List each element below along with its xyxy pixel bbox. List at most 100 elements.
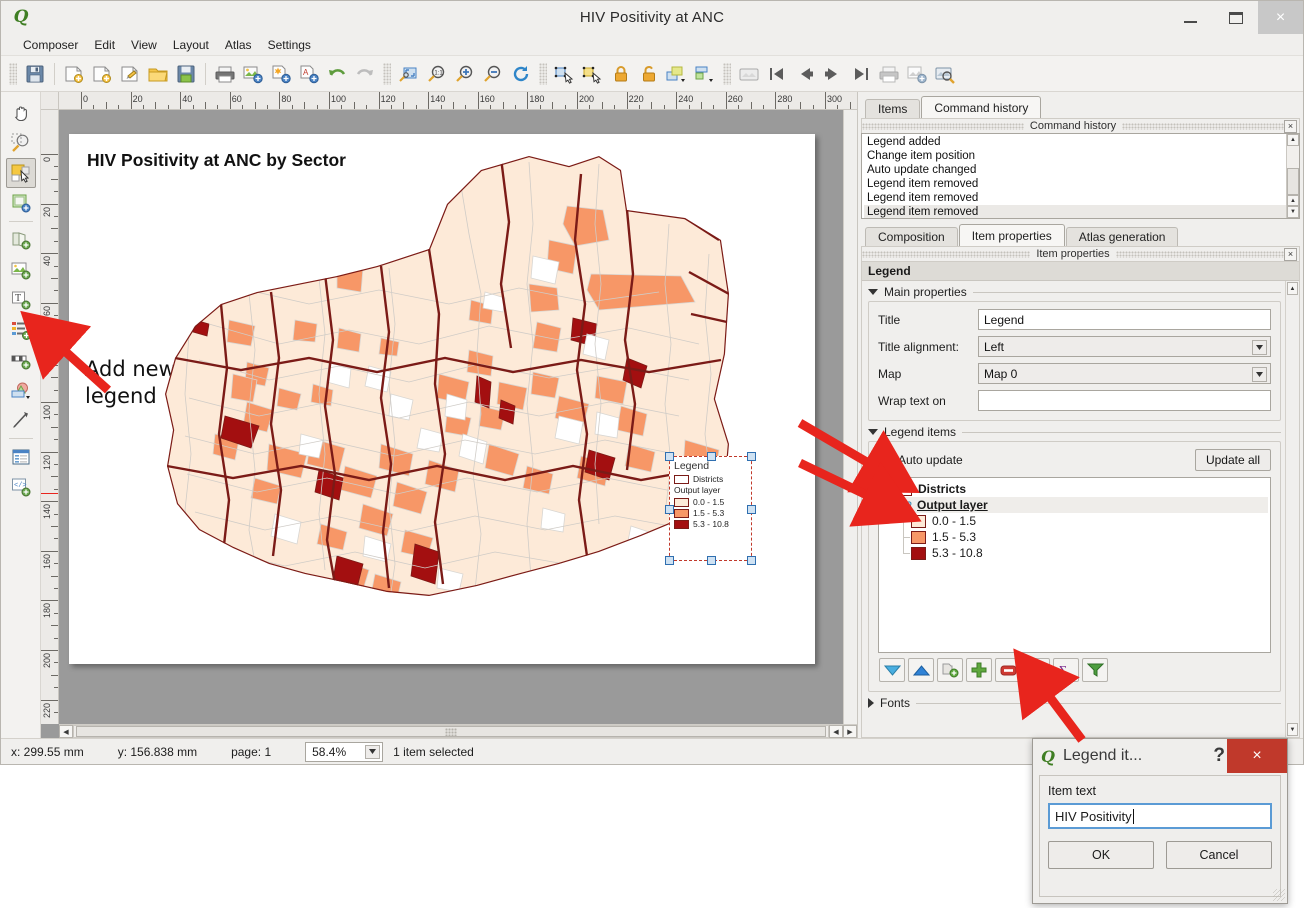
- align-items-icon[interactable]: [691, 60, 719, 88]
- atlas-export-image-icon[interactable]: [903, 60, 931, 88]
- add-shape-tool[interactable]: [6, 375, 36, 405]
- dialog-close-button[interactable]: ×: [1227, 739, 1287, 773]
- move-up-icon[interactable]: [908, 658, 934, 682]
- duplicate-composition-icon[interactable]: [88, 60, 116, 88]
- chevron-down-icon[interactable]: [868, 429, 878, 435]
- ip-scroll-down-icon[interactable]: ▼: [1287, 723, 1298, 736]
- refresh-icon[interactable]: [507, 60, 535, 88]
- new-composition-icon[interactable]: [60, 60, 88, 88]
- filter-legend-icon[interactable]: [1082, 658, 1108, 682]
- legend-items-tree[interactable]: Districts − Output layer 0.0 - 1.5 1.5 -…: [878, 477, 1271, 653]
- tab-command-history[interactable]: Command history: [921, 96, 1042, 118]
- tree-row-class-1[interactable]: 1.5 - 5.3: [881, 529, 1268, 545]
- select-move-item-icon[interactable]: [551, 60, 579, 88]
- atlas-last-icon[interactable]: [847, 60, 875, 88]
- add-label-tool[interactable]: T: [6, 285, 36, 315]
- main-properties-header[interactable]: Main properties: [868, 285, 1281, 299]
- atlas-next-icon[interactable]: [819, 60, 847, 88]
- legend-title-input[interactable]: Legend: [978, 309, 1271, 330]
- sigma-expression-icon[interactable]: Σ: [1053, 658, 1079, 682]
- add-legend-tool[interactable]: [6, 315, 36, 345]
- select-move-item-tool[interactable]: [5, 158, 36, 188]
- cancel-button[interactable]: Cancel: [1166, 841, 1272, 869]
- zoom-in-icon[interactable]: [451, 60, 479, 88]
- composer-manager-icon[interactable]: [116, 60, 144, 88]
- zoom-full-icon[interactable]: [395, 60, 423, 88]
- fonts-group-header[interactable]: Fonts: [868, 696, 1281, 710]
- export-pdf-icon[interactable]: A: [295, 60, 323, 88]
- add-arrow-tool[interactable]: [6, 405, 36, 435]
- tree-collapse-icon[interactable]: −: [883, 500, 892, 510]
- atlas-print-icon[interactable]: [875, 60, 903, 88]
- wrap-text-input[interactable]: [978, 390, 1271, 411]
- command-history-item[interactable]: Legend item removed: [864, 205, 1299, 218]
- chevron-down-icon[interactable]: [1252, 367, 1267, 382]
- dialog-resize-grip[interactable]: [1273, 889, 1285, 901]
- legend-items-header[interactable]: Legend items: [868, 425, 1281, 439]
- close-button[interactable]: ×: [1258, 1, 1303, 34]
- raise-items-icon[interactable]: [663, 60, 691, 88]
- ip-scroll-up-icon[interactable]: ▲: [1287, 282, 1298, 295]
- canvas-horizontal-scrollbar[interactable]: ◀ ◀ ▶: [59, 724, 857, 738]
- add-attribute-table-tool[interactable]: [6, 442, 36, 472]
- scroll-right-arrow-2[interactable]: ▶: [843, 725, 857, 738]
- atlas-preview-icon[interactable]: [931, 60, 959, 88]
- print-icon[interactable]: [211, 60, 239, 88]
- command-history-item[interactable]: Auto update changed: [864, 163, 1299, 177]
- pan-layout-tool[interactable]: [6, 98, 36, 128]
- undo-icon[interactable]: [323, 60, 351, 88]
- move-down-icon[interactable]: [879, 658, 905, 682]
- composition-page[interactable]: HIV Positivity at ANC by Sector Add new …: [69, 134, 815, 664]
- move-item-content-icon[interactable]: [579, 60, 607, 88]
- tab-item-properties[interactable]: Item properties: [958, 224, 1065, 246]
- tree-row-class-2[interactable]: 5.3 - 10.8: [881, 545, 1268, 561]
- add-group-icon[interactable]: [937, 658, 963, 682]
- menu-settings[interactable]: Settings: [260, 36, 319, 54]
- add-scalebar-tool[interactable]: [6, 345, 36, 375]
- map-item[interactable]: [129, 144, 749, 604]
- selection-handle-tr[interactable]: [747, 452, 756, 461]
- save-template-icon[interactable]: [172, 60, 200, 88]
- toolbar-grip-2[interactable]: [383, 62, 391, 85]
- selection-handle-tl[interactable]: [665, 452, 674, 461]
- atlas-first-icon[interactable]: [763, 60, 791, 88]
- tree-row-output-layer[interactable]: − Output layer: [881, 497, 1268, 513]
- toolbar-grip-4[interactable]: [723, 62, 731, 85]
- item-properties-close-icon[interactable]: ×: [1284, 247, 1297, 261]
- menu-composer[interactable]: Composer: [15, 36, 86, 54]
- scroll-right-arrow-1[interactable]: ◀: [829, 725, 843, 738]
- command-history-list[interactable]: Legend added Change item position Auto u…: [861, 133, 1300, 219]
- selection-handle-ml[interactable]: [665, 505, 674, 514]
- toolbar-grip[interactable]: [9, 62, 17, 85]
- menu-atlas[interactable]: Atlas: [217, 36, 260, 54]
- export-image-icon[interactable]: [239, 60, 267, 88]
- tree-row-class-0[interactable]: 0.0 - 1.5: [881, 513, 1268, 529]
- remove-item-icon[interactable]: [995, 658, 1021, 682]
- edit-item-text-icon[interactable]: [1024, 658, 1050, 682]
- chevron-down-icon[interactable]: [365, 744, 381, 759]
- history-scroll-down-icon[interactable]: ▼: [1287, 206, 1299, 218]
- h-scroll-thumb[interactable]: [76, 726, 826, 737]
- save-project-icon[interactable]: [21, 60, 49, 88]
- redo-icon[interactable]: [351, 60, 379, 88]
- menu-edit[interactable]: Edit: [86, 36, 123, 54]
- selection-handle-bc[interactable]: [707, 556, 716, 565]
- help-button[interactable]: ?: [1213, 745, 1225, 767]
- add-html-frame-tool[interactable]: </>: [6, 472, 36, 502]
- unlock-items-icon[interactable]: [635, 60, 663, 88]
- canvas-scroll-zone[interactable]: HIV Positivity at ANC by Sector Add new …: [59, 110, 857, 724]
- history-scroll-up-icon[interactable]: ▲: [1287, 134, 1299, 146]
- command-history-item[interactable]: Legend item removed: [864, 191, 1299, 205]
- composition-legend-item[interactable]: Legend Districts Output layer 0.0 - 1.5: [665, 452, 756, 565]
- open-template-icon[interactable]: [144, 60, 172, 88]
- scroll-left-arrow[interactable]: ◀: [59, 725, 73, 738]
- command-history-item[interactable]: Change item position: [864, 149, 1299, 163]
- tab-composition[interactable]: Composition: [865, 227, 958, 246]
- command-history-scrollbar[interactable]: ▲ ▲ ▼: [1286, 134, 1299, 218]
- canvas-vertical-scrollbar[interactable]: [843, 110, 857, 724]
- export-svg-icon[interactable]: [267, 60, 295, 88]
- item-properties-scrollbar[interactable]: ▲ ▼: [1285, 281, 1299, 737]
- h-scroll-track[interactable]: [73, 725, 829, 738]
- tree-row-districts[interactable]: Districts: [881, 481, 1268, 497]
- chevron-down-icon[interactable]: [1252, 340, 1267, 355]
